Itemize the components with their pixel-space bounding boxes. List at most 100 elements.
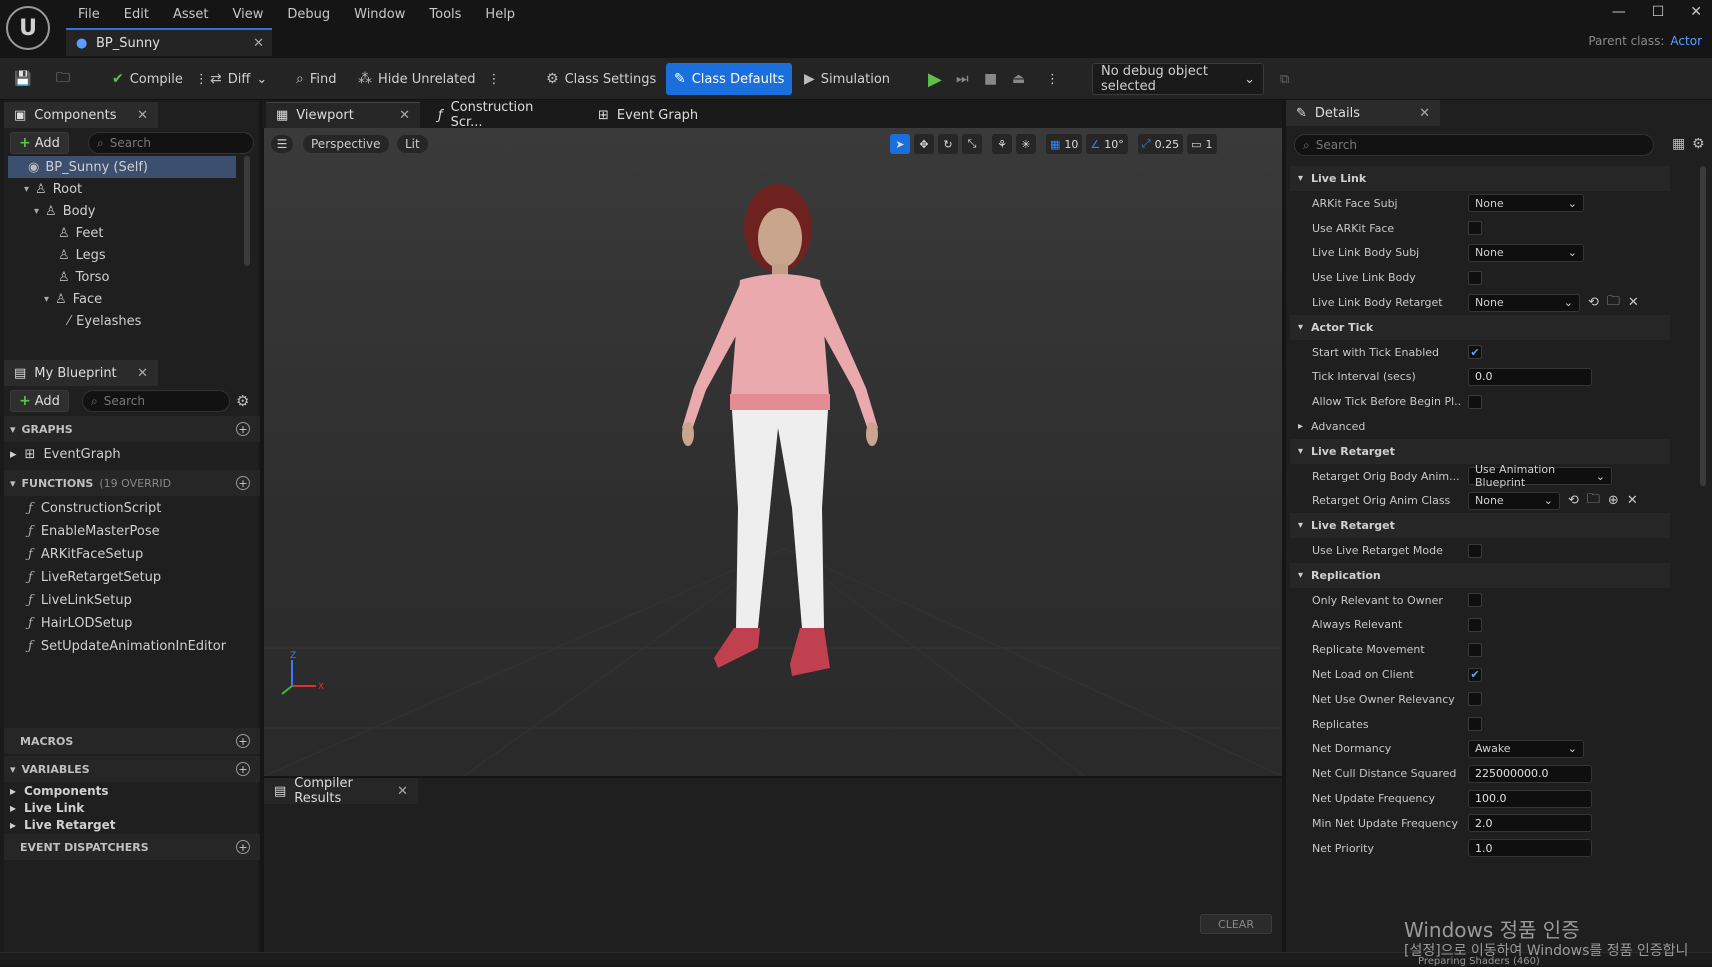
- stop-icon[interactable]: ■: [976, 63, 1005, 95]
- component-item[interactable]: ◉ BP_Sunny (Self): [8, 156, 236, 178]
- camera-speed-button[interactable]: ▭ 1: [1187, 134, 1217, 154]
- property-checkbox[interactable]: ✔: [1468, 345, 1482, 360]
- scale-snap-button[interactable]: ⤢ 0.25: [1137, 134, 1184, 154]
- browse-icon[interactable]: 🗀: [1587, 490, 1600, 512]
- property-checkbox[interactable]: [1468, 617, 1482, 632]
- property-text-input[interactable]: 225000000.0: [1468, 764, 1592, 783]
- macros-section[interactable]: MACROS +: [4, 728, 260, 754]
- property-text-input[interactable]: 1.0: [1468, 839, 1592, 858]
- property-dropdown[interactable]: Awake ⌄: [1468, 739, 1584, 758]
- property-checkbox[interactable]: [1468, 270, 1482, 285]
- components-tab[interactable]: ▣ Components ✕: [4, 102, 158, 128]
- function-item[interactable]: ƒ SetUpdateAnimationInEditor: [28, 634, 226, 658]
- debug-object-dropdown[interactable]: No debug object selected ⌄: [1092, 63, 1264, 95]
- details-section[interactable]: ▾ Live Link: [1290, 166, 1670, 191]
- add-member-button[interactable]: + Add: [10, 390, 69, 412]
- use-selected-icon[interactable]: ⟲: [1588, 295, 1599, 310]
- details-search-input[interactable]: ⌕ Search: [1294, 134, 1654, 156]
- component-item[interactable]: ⁄ Eyelashes: [8, 310, 236, 332]
- clear-icon[interactable]: ✕: [1627, 493, 1638, 508]
- gear-icon[interactable]: ⚙: [236, 392, 249, 410]
- lit-button[interactable]: Lit: [396, 134, 429, 154]
- details-section[interactable]: ▾ Replication: [1290, 562, 1670, 588]
- compiler-results-tab[interactable]: ▤ Compiler Results ✕: [264, 776, 418, 806]
- perspective-button[interactable]: Perspective: [302, 134, 390, 154]
- components-scrollbar[interactable]: [244, 156, 250, 266]
- details-subcategory[interactable]: ▸ Advanced: [1290, 414, 1670, 439]
- function-item[interactable]: ƒ ARKitFaceSetup: [28, 542, 143, 566]
- local-space-icon[interactable]: ⚘: [992, 134, 1012, 154]
- browse-button[interactable]: 🗀: [48, 63, 78, 95]
- scale-tool-icon[interactable]: ⤡: [962, 134, 982, 154]
- use-selected-icon[interactable]: ⟲: [1568, 493, 1579, 508]
- property-dropdown[interactable]: Use Animation Blueprint ⌄: [1468, 463, 1612, 489]
- details-scrollbar[interactable]: [1700, 166, 1706, 486]
- property-checkbox[interactable]: ✔: [1468, 667, 1482, 682]
- rotate-tool-icon[interactable]: ↻: [938, 134, 958, 154]
- step-icon[interactable]: ⏭: [948, 63, 977, 95]
- property-checkbox[interactable]: [1468, 394, 1482, 409]
- close-window-icon[interactable]: ✕: [1690, 4, 1702, 20]
- component-item[interactable]: ▾ ♙ Body: [8, 200, 236, 222]
- surface-snap-icon[interactable]: ✳: [1016, 134, 1036, 154]
- property-text-input[interactable]: 100.0: [1468, 789, 1592, 808]
- component-item[interactable]: ▾ ♙ Face: [8, 288, 236, 310]
- debug-filter-icon[interactable]: ⧉: [1272, 63, 1297, 95]
- close-icon[interactable]: ✕: [253, 36, 264, 51]
- simulation-button[interactable]: ▶ Simulation: [796, 63, 898, 95]
- class-settings-button[interactable]: ⚙ Class Settings: [538, 63, 664, 95]
- angle-snap-button[interactable]: ∠ 10°: [1086, 134, 1128, 154]
- function-item[interactable]: ƒ HairLODSetup: [28, 611, 132, 635]
- details-section[interactable]: ▾ Actor Tick: [1290, 314, 1670, 340]
- add-macro-icon[interactable]: +: [236, 734, 250, 748]
- tab-construction-script[interactable]: ƒ Construction Scr...: [428, 100, 578, 130]
- hide-unrelated-button[interactable]: ⁂ Hide Unrelated ⋮: [350, 63, 509, 95]
- diff-button[interactable]: ⇄ Diff ⌄: [202, 63, 275, 95]
- class-defaults-button[interactable]: ✎ Class Defaults: [666, 63, 793, 95]
- property-checkbox[interactable]: [1468, 642, 1482, 657]
- graph-item-eventgraph[interactable]: ▸ ⊞ EventGraph: [10, 442, 121, 466]
- viewport-menu-button[interactable]: ☰: [270, 134, 294, 154]
- browse-icon[interactable]: 🗀: [1607, 292, 1620, 314]
- menu-item-edit[interactable]: Edit: [112, 7, 161, 22]
- menu-item-file[interactable]: File: [66, 7, 112, 22]
- property-checkbox[interactable]: [1468, 221, 1482, 236]
- minimize-icon[interactable]: —: [1612, 4, 1626, 20]
- function-item[interactable]: ƒ ConstructionScript: [28, 496, 161, 520]
- close-icon[interactable]: ✕: [137, 108, 148, 123]
- property-dropdown[interactable]: None ⌄: [1468, 293, 1580, 312]
- close-icon[interactable]: ✕: [1419, 106, 1430, 121]
- details-tab[interactable]: ✎ Details ✕: [1286, 100, 1440, 126]
- chevron-down-icon[interactable]: ▾: [24, 184, 29, 195]
- gear-icon[interactable]: ⚙: [1692, 136, 1705, 152]
- function-item[interactable]: ƒ LiveRetargetSetup: [28, 565, 161, 589]
- property-dropdown[interactable]: None ⌄: [1468, 194, 1584, 213]
- parent-class-link[interactable]: Actor: [1670, 34, 1702, 48]
- more-icon[interactable]: ⋮: [488, 72, 501, 87]
- property-dropdown[interactable]: None ⌄: [1468, 243, 1584, 262]
- add-component-button[interactable]: + Add: [10, 132, 69, 154]
- property-checkbox[interactable]: [1468, 692, 1482, 707]
- table-view-icon[interactable]: ▦: [1672, 136, 1685, 152]
- variable-category[interactable]: ▸ Components: [10, 782, 109, 799]
- property-checkbox[interactable]: [1468, 593, 1482, 608]
- clear-icon[interactable]: ✕: [1628, 295, 1639, 310]
- property-dropdown[interactable]: None ⌄: [1468, 491, 1560, 510]
- close-icon[interactable]: ✕: [399, 108, 410, 123]
- function-item[interactable]: ƒ EnableMasterPose: [28, 519, 160, 543]
- menu-item-asset[interactable]: Asset: [161, 7, 221, 22]
- tab-viewport[interactable]: ▦ Viewport ✕: [266, 102, 420, 128]
- details-section[interactable]: ▾ Live Retarget: [1290, 513, 1670, 539]
- event-dispatchers-section[interactable]: EVENT DISPATCHERS +: [4, 834, 260, 860]
- property-checkbox[interactable]: [1468, 543, 1482, 558]
- details-section[interactable]: ▾ Live Retarget: [1290, 438, 1670, 464]
- more-icon[interactable]: ⋮: [1038, 63, 1067, 95]
- component-item[interactable]: ▾ ♙ Root: [8, 178, 236, 200]
- property-text-input[interactable]: 2.0: [1468, 814, 1592, 833]
- add-icon[interactable]: ⊕: [1608, 493, 1619, 508]
- functions-section[interactable]: ▾ FUNCTIONS (19 OVERRID +: [4, 470, 260, 496]
- menu-item-help[interactable]: Help: [473, 7, 527, 22]
- compile-button[interactable]: ✔ Compile ⋮: [104, 63, 216, 95]
- menu-item-debug[interactable]: Debug: [275, 7, 342, 22]
- close-icon[interactable]: ✕: [397, 784, 408, 799]
